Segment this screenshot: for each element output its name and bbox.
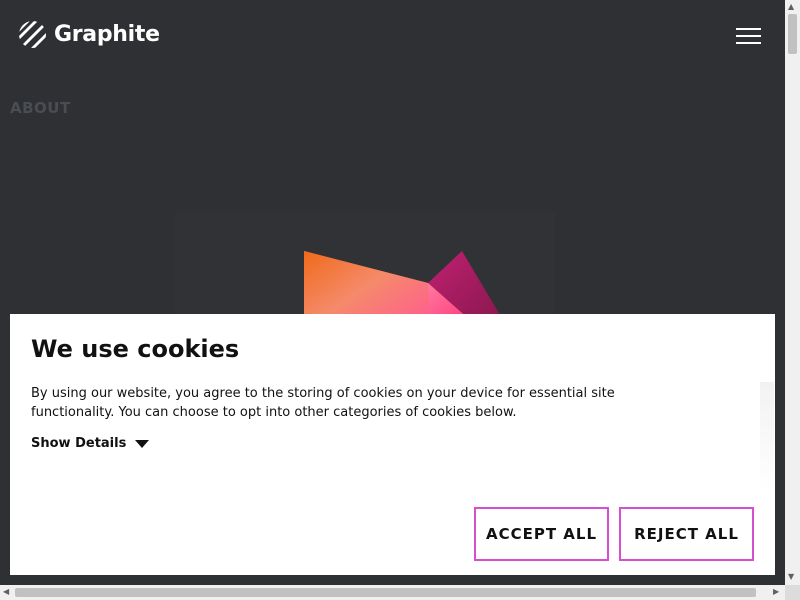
page: Graphite ABOUT We use cookies By using o… [0, 0, 785, 585]
cookie-consent-dialog: We use cookies By using our website, you… [10, 314, 775, 575]
show-details-label: Show Details [31, 436, 127, 451]
accept-all-button[interactable]: ACCEPT ALL [474, 507, 609, 561]
reject-all-button[interactable]: REJECT ALL [619, 507, 754, 561]
cookie-title: We use cookies [31, 335, 240, 363]
horizontal-scroll-thumb[interactable] [15, 588, 756, 597]
cookie-description: By using our website, you agree to the s… [31, 386, 615, 420]
show-details-toggle[interactable]: Show Details [31, 436, 150, 451]
scroll-right-icon[interactable]: ▶ [773, 587, 779, 597]
dialog-scroll-shadow [760, 382, 774, 492]
scroll-left-icon[interactable]: ◀ [3, 587, 9, 597]
caret-down-icon [135, 439, 150, 448]
scroll-down-icon[interactable]: ▼ [788, 572, 794, 582]
scroll-up-icon[interactable]: ▲ [788, 2, 794, 12]
vertical-scroll-thumb[interactable] [788, 14, 797, 54]
horizontal-scrollbar[interactable]: ◀ ▶ [0, 585, 785, 600]
vertical-scrollbar[interactable]: ▲ ▼ [785, 0, 800, 585]
scrollbar-corner [785, 585, 800, 600]
